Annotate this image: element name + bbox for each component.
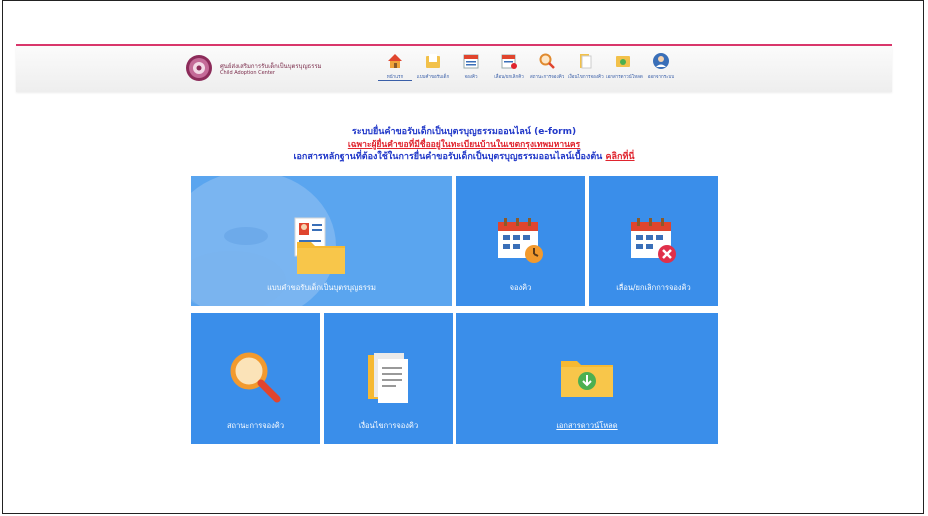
user-icon <box>653 53 669 69</box>
nav-application-label: แบบคำขอรับเด็ก <box>416 75 450 80</box>
nav-downloads-label: เอกสารดาวน์โหลด <box>606 75 643 80</box>
nav-application[interactable]: แบบคำขอรับเด็ก <box>416 50 450 90</box>
intro-documents-note: เอกสารหลักฐานที่ต้องใช้ในการยื่นคำขอรับเ… <box>0 149 928 163</box>
tile-download-documents-label: เอกสารดาวน์โหลด <box>556 421 618 430</box>
nav-logout[interactable]: ออกจากระบบ <box>644 50 678 90</box>
folder-icon <box>426 54 440 68</box>
documents-click-here-link[interactable]: คลิกที่นี่ <box>605 152 634 162</box>
nav-book-queue[interactable]: จองคิว <box>454 50 488 90</box>
nav-queue-status[interactable]: สถานะการจองคิว <box>530 50 564 90</box>
tile-application-form[interactable]: แบบคำขอรับเด็กเป็นบุตรบุญธรรม <box>191 176 452 306</box>
nav-home-label: หน้าแรก <box>378 73 412 81</box>
home-icon <box>388 54 402 68</box>
nav-downloads[interactable]: เอกสารดาวน์โหลด <box>606 50 643 90</box>
nav-queue-conditions-label: เงื่อนไขการจองคิว <box>568 75 604 80</box>
documents-icon <box>368 353 408 403</box>
calendar-cancel-icon <box>631 218 676 263</box>
calendar-icon <box>463 54 479 69</box>
tile-book-queue[interactable]: จองคิว <box>456 176 585 306</box>
document-icon <box>580 54 592 69</box>
intro-system-title: ระบบยื่นคำขอรับเด็กเป็นบุตรบุญธรรมออนไลน… <box>351 127 577 137</box>
calendar-edit-icon <box>501 54 517 69</box>
intro-documents-text: เอกสารหลักฐานที่ต้องใช้ในการยื่นคำขอรับเ… <box>293 152 603 162</box>
calendar-clock-icon <box>498 218 543 263</box>
nav-home[interactable]: หน้าแรก <box>378 50 412 90</box>
folder-id-card-icon <box>294 217 345 274</box>
nav-book-queue-label: จองคิว <box>464 75 478 80</box>
magnifier-icon <box>230 352 281 403</box>
nav-queue-conditions[interactable]: เงื่อนไขการจองคิว <box>568 50 604 90</box>
tile-queue-status-label: สถานะการจองคิว <box>226 421 285 430</box>
nav-queue-status-label: สถานะการจองคิว <box>530 75 565 80</box>
nav-reschedule-label: เลื่อน/ยกเลิกคิว <box>494 75 524 80</box>
folder-download-icon <box>561 361 613 397</box>
tile-book-queue-label: จองคิว <box>509 283 532 292</box>
search-icon <box>539 53 555 69</box>
nav-logout-label: ออกจากระบบ <box>647 75 675 80</box>
download-icon <box>616 56 630 67</box>
tile-reschedule-queue[interactable]: เลื่อน/ยกเลิกการจองคิว <box>589 176 718 306</box>
tile-application-form-label: แบบคำขอรับเด็กเป็นบุตรบุญธรรม <box>267 283 376 292</box>
site-header: ศูนย์ส่งเสริมการรับเด็กเป็นบุตรบุญธรรม C… <box>16 46 892 92</box>
tile-download-documents[interactable]: เอกสารดาวน์โหลด <box>456 313 718 444</box>
agency-seal-logo[interactable] <box>185 54 213 82</box>
nav-reschedule[interactable]: เลื่อน/ยกเลิกคิว <box>492 50 526 90</box>
tile-queue-conditions[interactable]: เงื่อนไขการจองคิว <box>324 313 453 444</box>
logo-name-en: Child Adoption Center <box>220 70 275 76</box>
tile-queue-conditions-label: เงื่อนไขการจองคิว <box>358 421 419 430</box>
tile-reschedule-queue-label: เลื่อน/ยกเลิกการจองคิว <box>616 283 691 292</box>
tile-queue-status[interactable]: สถานะการจองคิว <box>191 313 320 444</box>
